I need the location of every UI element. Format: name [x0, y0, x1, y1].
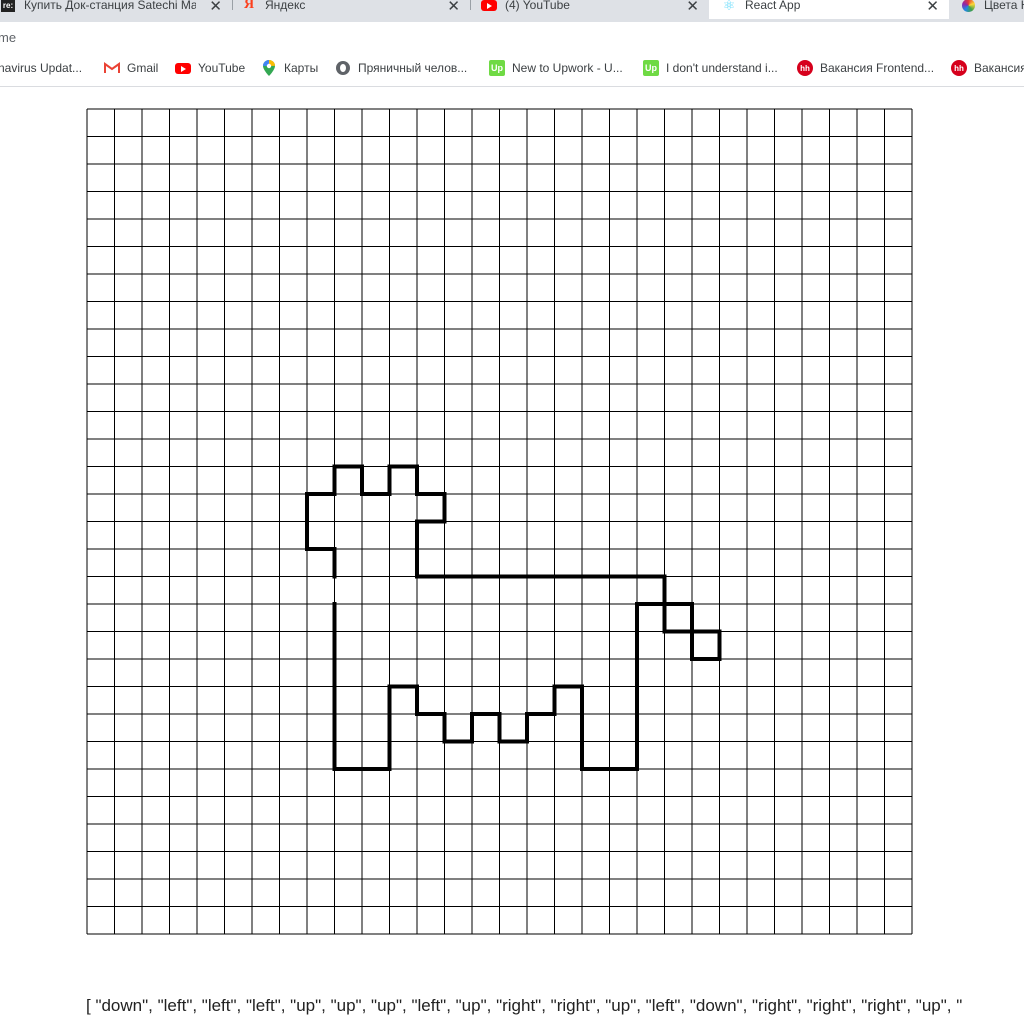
react-icon: ⚛ [722, 0, 736, 13]
upwork-icon: Up [643, 60, 659, 76]
tab-title: Купить Док-станция Satechi Mac [24, 0, 196, 12]
shop-favicon-icon: re: [0, 0, 16, 13]
bookmark-label: Карты [284, 61, 319, 75]
bookmark-label: YouTube [198, 61, 246, 75]
upwork-icon: Up [489, 60, 505, 76]
bookmark-hh-vacancy[interactable]: hh Вакансия [951, 59, 1024, 77]
close-icon[interactable]: ✕ [209, 0, 222, 15]
bookmark-label: Пряничный челов... [358, 61, 468, 75]
grid-lines [86, 108, 913, 935]
hh-icon: hh [797, 60, 813, 76]
youtube-icon [175, 60, 191, 76]
hh-icon: hh [951, 60, 967, 76]
bookmark-label: Gmail [127, 61, 159, 75]
drawing-canvas[interactable] [86, 108, 913, 935]
bookmark-youtube[interactable]: YouTube [175, 59, 245, 77]
tab-youtube[interactable]: (4) YouTube ✕ [481, 0, 709, 19]
gmail-icon [104, 60, 120, 76]
tab-title: React App [745, 0, 801, 12]
address-bar[interactable]: me [0, 22, 1024, 50]
youtube-icon [481, 0, 497, 13]
bookmark-upwork-question[interactable]: Up I don't understand i... [643, 59, 778, 77]
tab-separator [470, 0, 471, 10]
close-icon[interactable]: ✕ [447, 0, 460, 15]
drawn-path [305, 464, 722, 771]
bookmark-gmail[interactable]: Gmail [104, 59, 158, 77]
tab-colors[interactable]: Цвета H [960, 0, 1024, 19]
moves-output: [ "down", "left", "left", "left", "up", … [86, 996, 963, 1015]
address-text[interactable]: me [0, 30, 16, 45]
tab-satechi[interactable]: re: Купить Док-станция Satechi Mac ✕ [0, 0, 232, 19]
bookmark-label: New to Upwork - U... [512, 61, 623, 75]
bookmark-gingerbread[interactable]: Пряничный челов... [335, 59, 467, 77]
close-icon[interactable]: ✕ [926, 0, 939, 15]
bookmark-label: Вакансия Frontend... [820, 61, 935, 75]
bookmark-label: Вакансия [974, 61, 1024, 75]
tab-separator [232, 0, 233, 10]
bookmark-label: I don't understand i... [666, 61, 778, 75]
bookmarks-bar: navirus Updat... Gmail YouTube Карты Пря… [0, 50, 1024, 87]
tab-title: Яндекс [265, 0, 306, 12]
grid-board[interactable] [86, 108, 913, 935]
globe-icon [335, 60, 351, 76]
yandex-icon: Я [243, 0, 255, 12]
bookmark-coronavirus[interactable]: navirus Updat... [0, 59, 82, 77]
maps-icon [261, 60, 277, 76]
color-wheel-icon [960, 0, 976, 13]
tab-react-app[interactable]: ⚛ React App ✕ [709, 0, 949, 19]
bookmark-label: navirus Updat... [0, 61, 83, 75]
browser-tab-strip: re: Купить Док-станция Satechi Mac ✕ Я Я… [0, 0, 1024, 22]
tab-title: Цвета H [984, 0, 1024, 12]
bookmark-upwork-new[interactable]: Up New to Upwork - U... [489, 59, 623, 77]
close-icon[interactable]: ✕ [686, 0, 699, 15]
tab-title: (4) YouTube [505, 0, 570, 12]
bookmark-hh-frontend[interactable]: hh Вакансия Frontend... [797, 59, 934, 77]
tab-yandex[interactable]: Я Яндекс ✕ [241, 0, 470, 19]
bookmark-maps[interactable]: Карты [261, 59, 318, 77]
